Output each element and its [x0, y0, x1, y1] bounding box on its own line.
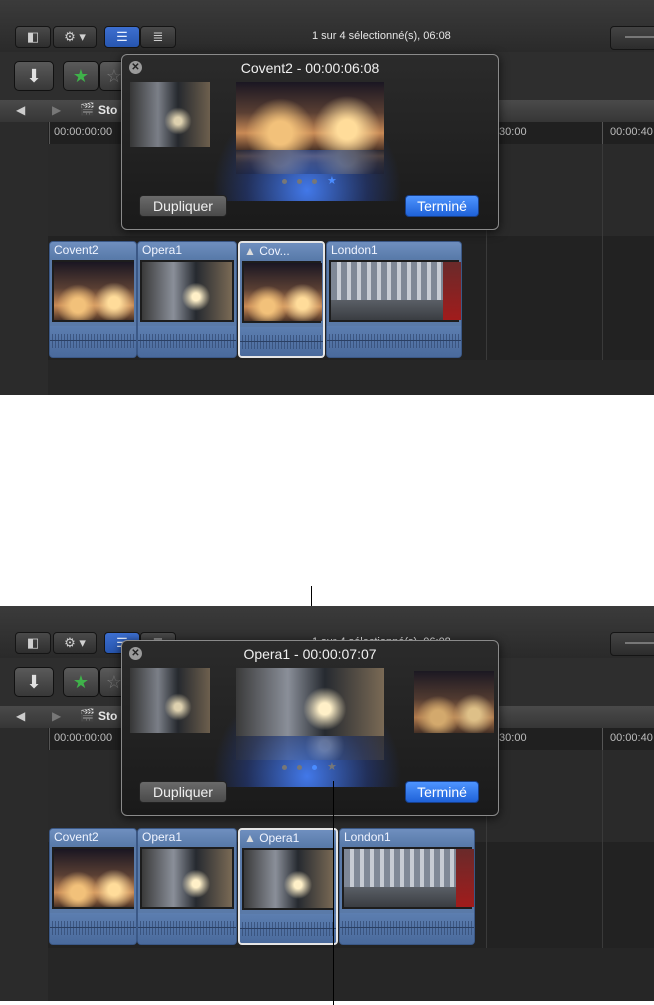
- clip-name: London1: [331, 243, 378, 257]
- download-arrow-icon: ⬇: [26, 65, 42, 86]
- zoom-slider[interactable]: [610, 632, 654, 656]
- clip-name: London1: [344, 830, 391, 844]
- favorite-button[interactable]: ★: [63, 667, 99, 697]
- timeline-clip[interactable]: Opera1: [137, 828, 237, 945]
- clip-thumbnail: [443, 262, 461, 320]
- import-button[interactable]: ⬇: [14, 61, 54, 91]
- action-menu-button[interactable]: ⚙ ▾: [53, 632, 97, 654]
- back-arrow-icon[interactable]: ◀: [16, 103, 25, 117]
- clip-name: Opera1: [142, 243, 183, 257]
- gear-icon: ⚙ ▾: [64, 29, 86, 44]
- sidebar-toggle-button[interactable]: ◧: [15, 632, 51, 654]
- project-name: Sto: [98, 709, 118, 723]
- timeline-clip[interactable]: London1: [339, 828, 475, 945]
- back-arrow-icon[interactable]: ◀: [16, 709, 25, 723]
- zoom-slider[interactable]: [610, 26, 654, 50]
- gear-icon: ⚙ ▾: [64, 635, 86, 650]
- track-header-column: [0, 728, 49, 1001]
- track-header-column: [0, 122, 49, 395]
- clip-thumbnail: [142, 262, 232, 320]
- sidebar-toggle-button[interactable]: ◧: [15, 26, 51, 48]
- clip-thumbnail: [54, 849, 134, 907]
- download-arrow-icon: ⬇: [26, 671, 42, 692]
- timecode-label: 00:00:00:00: [54, 126, 113, 138]
- clip-name: ▲ Opera1: [244, 831, 300, 845]
- timecode-label: 00:00:40: [610, 732, 653, 744]
- clip-name: Covent2: [54, 830, 99, 844]
- favorite-button[interactable]: ★: [63, 61, 99, 91]
- clip-name: ▲ Cov...: [244, 244, 290, 258]
- clapper-icon: 🎬: [80, 708, 95, 722]
- audition-prev-thumbnail[interactable]: [130, 668, 210, 733]
- sidebar-icon: ◧: [26, 635, 40, 650]
- clip-thumbnail: [331, 262, 443, 320]
- page-dot[interactable]: [297, 179, 302, 184]
- timeline-clip[interactable]: Covent2: [49, 241, 137, 358]
- clip-name: Opera1: [142, 830, 183, 844]
- import-button[interactable]: ⬇: [14, 667, 54, 697]
- forward-arrow-icon[interactable]: ▶: [52, 103, 61, 117]
- clip-thumbnail: [142, 849, 232, 907]
- empty-lane: [48, 360, 654, 395]
- callout-line-pick-star: [333, 781, 334, 1005]
- page-dot-active[interactable]: [312, 765, 317, 770]
- clip-appearance-list-button[interactable]: ≣: [140, 26, 176, 48]
- duplicate-button[interactable]: Dupliquer: [139, 195, 227, 217]
- forward-arrow-icon[interactable]: ▶: [52, 709, 61, 723]
- editor-panel-1: ◧ ⚙ ▾ ☰ ≣ 1 sur 4 sélectionné(s), 06:08 …: [0, 0, 654, 395]
- pick-star-icon[interactable]: ★: [327, 176, 337, 187]
- audition-title: Opera1 - 00:00:07:07: [243, 646, 377, 662]
- star-icon: ★: [72, 671, 90, 692]
- clip-thumbnail: [244, 850, 334, 908]
- clip-thumbnail: [54, 262, 134, 320]
- star-outline-icon: ☆: [105, 671, 123, 692]
- timeline-clip-selected[interactable]: ▲ Opera1: [238, 828, 338, 945]
- clip-name: Covent2: [54, 243, 99, 257]
- timeline-clip[interactable]: London1: [326, 241, 462, 358]
- audition-popover: ✕ Covent2 - 00:00:06:08 ★ Dupliquer Term…: [121, 54, 499, 230]
- list-icon: ≣: [152, 29, 164, 44]
- star-outline-icon: ☆: [105, 65, 123, 86]
- audition-icon: ▲: [244, 244, 260, 258]
- done-button[interactable]: Terminé: [405, 195, 479, 217]
- timecode-label: 00:00:40: [610, 126, 653, 138]
- clip-appearance-filmstrip-button[interactable]: ☰: [104, 26, 140, 48]
- clapper-icon: 🎬: [80, 102, 95, 116]
- project-name: Sto: [98, 103, 118, 117]
- audition-page-indicator[interactable]: ★: [282, 176, 337, 187]
- timecode-label: :30:00: [496, 126, 527, 138]
- audition-current-thumbnail[interactable]: [236, 82, 384, 150]
- filmstrip-icon: ☰: [116, 29, 128, 44]
- clip-thumbnail: [456, 849, 474, 907]
- timeline-clip[interactable]: Covent2: [49, 828, 137, 945]
- pick-star-icon[interactable]: ★: [327, 762, 337, 773]
- timeline-clip-selected[interactable]: ▲ Cov...: [238, 241, 325, 358]
- timeline-clip[interactable]: Opera1: [137, 241, 237, 358]
- clip-thumbnail: [244, 263, 322, 321]
- done-button[interactable]: Terminé: [405, 781, 479, 803]
- page-dot[interactable]: [282, 765, 287, 770]
- timecode-label: 00:00:00:00: [54, 732, 113, 744]
- action-menu-button[interactable]: ⚙ ▾: [53, 26, 97, 48]
- duplicate-button[interactable]: Dupliquer: [139, 781, 227, 803]
- audition-title: Covent2 - 00:00:06:08: [240, 60, 380, 76]
- selection-status-text: 1 sur 4 sélectionné(s), 06:08: [312, 30, 451, 42]
- sidebar-icon: ◧: [26, 29, 40, 44]
- audition-icon: ▲: [244, 831, 260, 845]
- audition-page-indicator[interactable]: ★: [282, 762, 337, 773]
- star-icon: ★: [72, 65, 90, 86]
- editor-panel-2: ◧ ⚙ ▾ ☰ ≣ 1 sur 4 sélectionné(s), 06:08 …: [0, 606, 654, 1001]
- audition-next-thumbnail[interactable]: [414, 671, 494, 733]
- page-dot[interactable]: [297, 765, 302, 770]
- audition-current-thumbnail[interactable]: [236, 668, 384, 736]
- top-toolbar: ◧ ⚙ ▾ ☰ ≣ 1 sur 4 sélectionné(s), 06:08: [0, 0, 654, 53]
- audition-popover: ✕ Opera1 - 00:00:07:07 ★ Dupliquer Termi…: [121, 640, 499, 816]
- page-dot[interactable]: [282, 179, 287, 184]
- empty-lane: [48, 948, 654, 1001]
- audition-prev-thumbnail[interactable]: [130, 82, 210, 147]
- clip-thumbnail: [344, 849, 456, 907]
- page-dot[interactable]: [312, 179, 317, 184]
- timecode-label: :30:00: [496, 732, 527, 744]
